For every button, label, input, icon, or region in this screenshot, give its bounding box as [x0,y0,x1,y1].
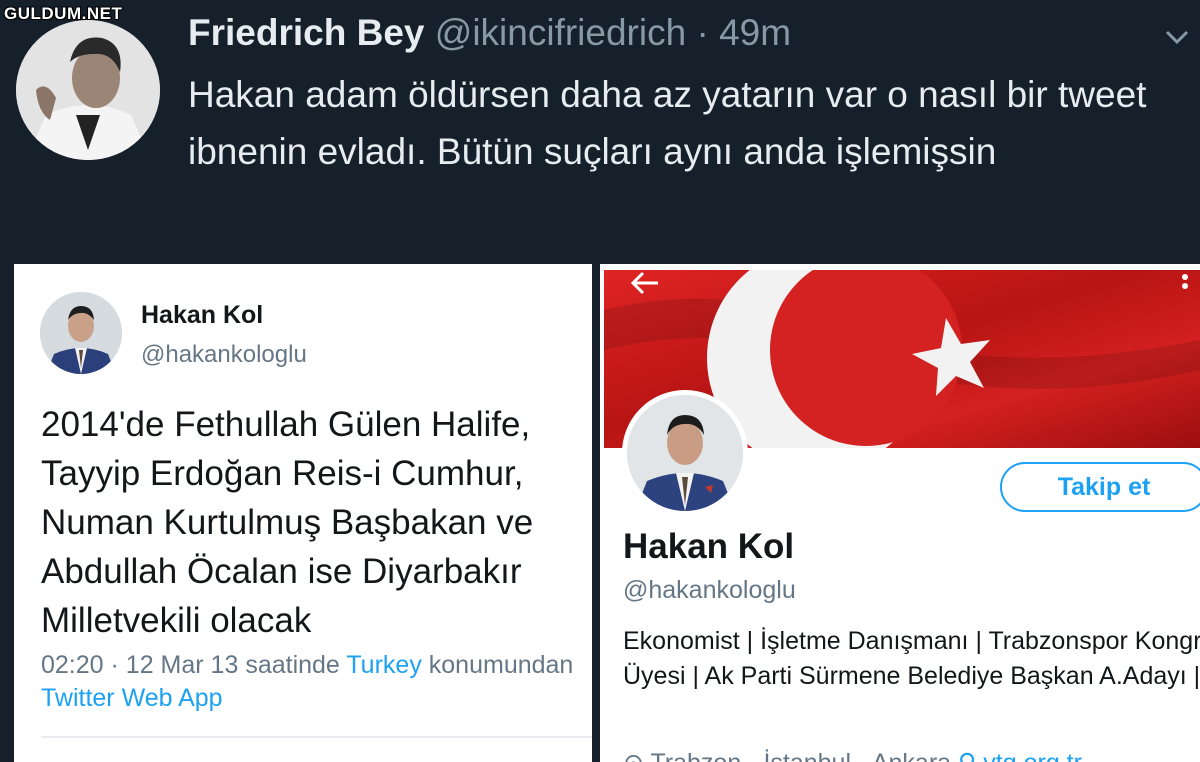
username[interactable]: @ikincifriedrich [435,12,686,53]
link-icon: ⚲ [958,749,976,762]
reply-tweet: Friedrich Bey @ikincifriedrich · 49m Hak… [0,0,1200,262]
profile-handle: @hakankologlu [623,576,796,604]
profile-card: Takip et Hakan Kol @hakankologlu Ekonomi… [600,264,1200,762]
location-link[interactable]: Turkey [346,651,421,679]
display-name[interactable]: Hakan Kol [141,301,263,330]
profile-location-row: ⊙ Trabzon - İstanbul - Ankara ⚲ vtg.org.… [623,748,1082,762]
profile-name: Hakan Kol [623,527,795,566]
location-prefix: saatinde [245,651,340,679]
watermark: GULDUM.NET [4,4,123,23]
username[interactable]: @hakankologlu [141,341,307,369]
display-name[interactable]: Friedrich Bey [188,12,424,53]
tweet-meta: 02:20 · 12 Mar 13 saatinde Turkey konumu… [41,649,592,715]
follow-button[interactable]: Takip et [1000,462,1200,512]
tweet-date: 12 Mar 13 [125,651,239,679]
divider [41,736,592,738]
location-icon: ⊙ [623,749,644,762]
old-tweet-card: Hakan Kol @hakankologlu 2014'de Fethulla… [14,264,592,762]
source-link[interactable]: Twitter Web App [41,684,223,712]
tweet-time: 02:20 [41,651,104,679]
profile-bio: Ekonomist | İşletme Danışmanı | Trabzons… [623,627,1200,690]
profile-website[interactable]: vtg.org.tr [983,749,1082,762]
chevron-down-icon[interactable] [1162,22,1192,52]
separator: · [696,12,709,53]
avatar[interactable] [16,20,160,160]
profile-avatar[interactable] [622,390,748,516]
separator: · [110,651,119,679]
profile-location: Trabzon - İstanbul - Ankara [650,749,951,762]
timestamp[interactable]: 49m [719,12,791,53]
back-arrow-icon[interactable] [630,270,660,296]
more-options-icon[interactable] [1178,272,1192,298]
location-suffix: konumundan [428,651,574,679]
tweet-text: Hakan adam öldürsen daha az yatarın var … [188,74,1147,172]
avatar[interactable] [40,292,122,374]
tweet-header: Friedrich Bey @ikincifriedrich · 49m [188,12,791,54]
tweet-text: 2014'de Fethullah Gülen Halife, Tayyip E… [41,405,534,640]
